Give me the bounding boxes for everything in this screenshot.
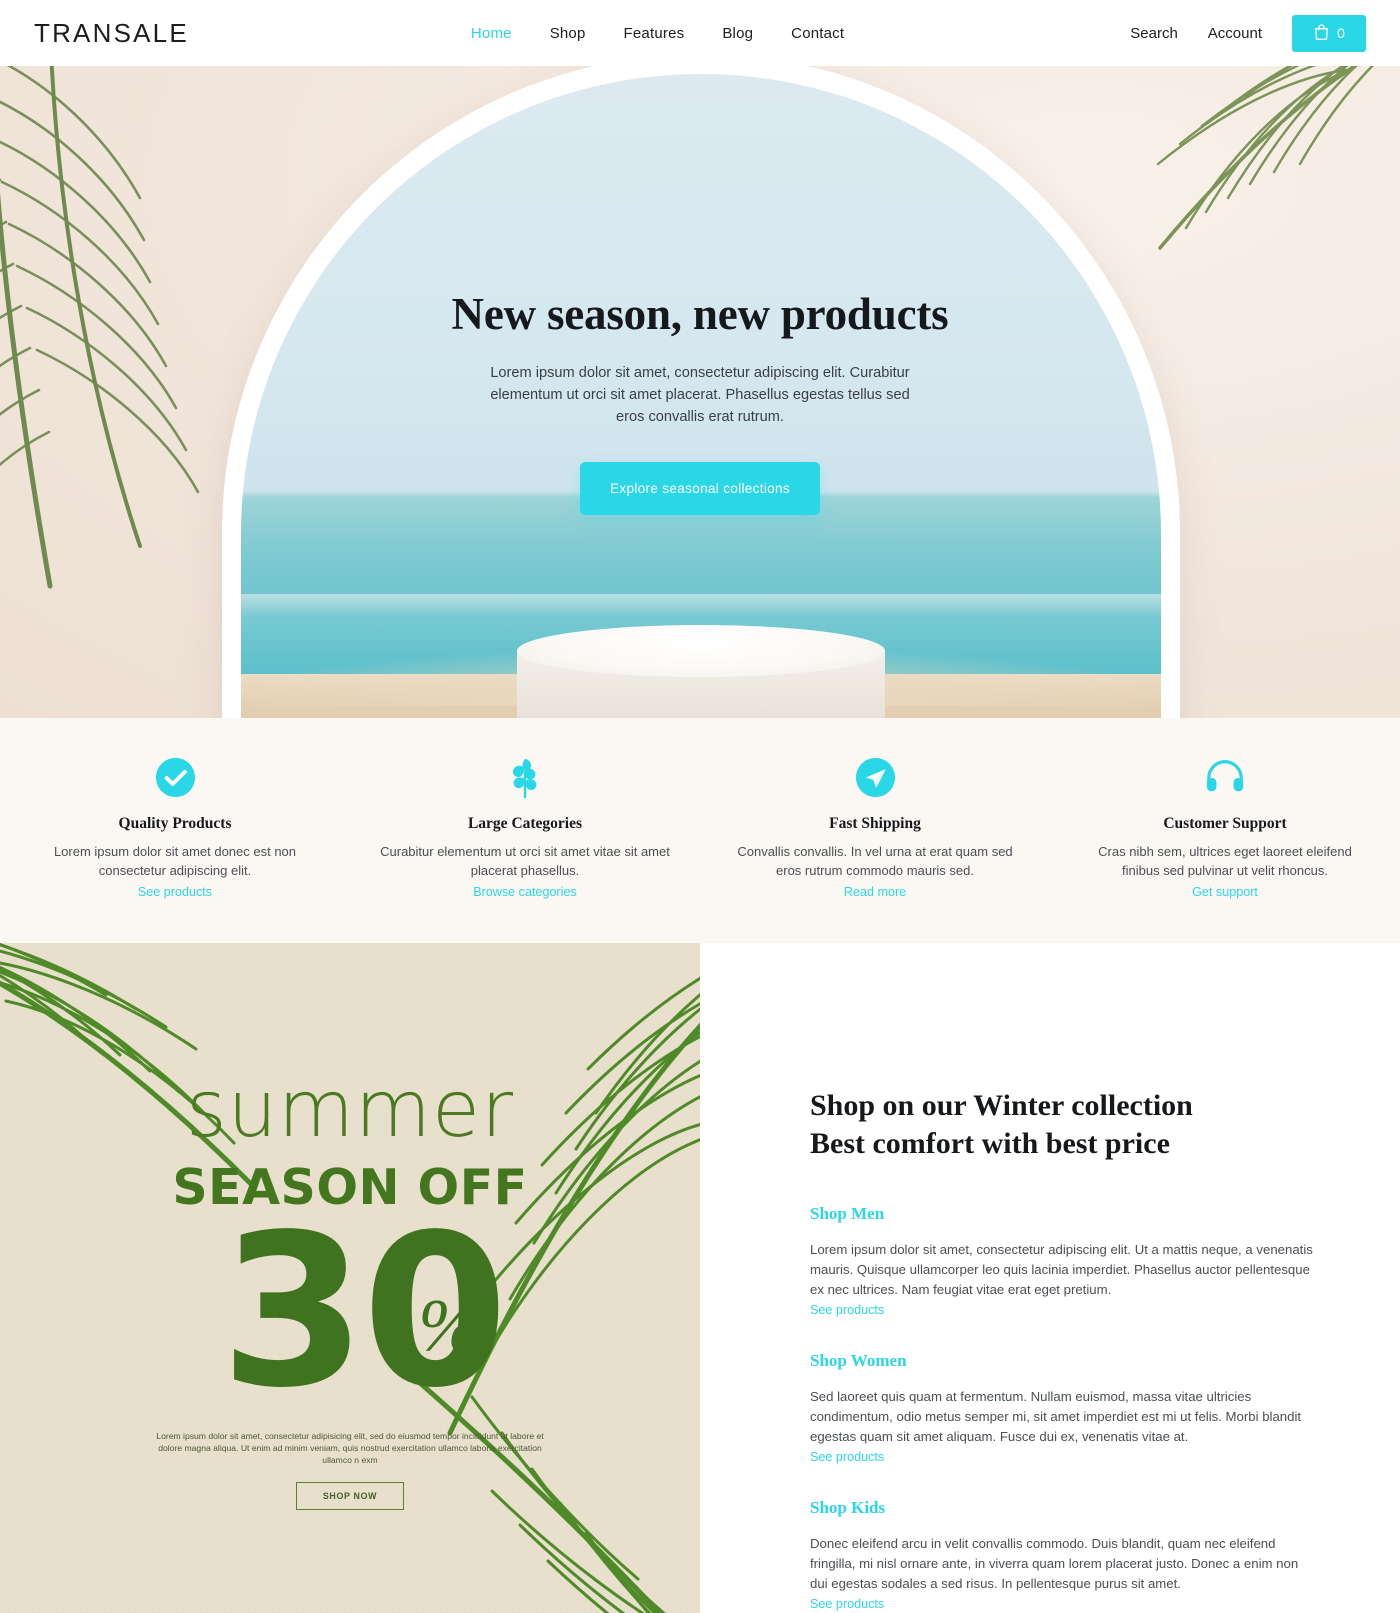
landing-page: TRANSALE Home Shop Features Blog Contact…	[0, 0, 1400, 1613]
shop-block-women: Shop Women Sed laoreet quis quam at ferm…	[810, 1351, 1318, 1466]
shop-block-men: Shop Men Lorem ipsum dolor sit amet, con…	[810, 1204, 1318, 1319]
winter-heading: Shop on our Winter collection Best comfo…	[810, 1087, 1318, 1163]
winter-collection-panel: Shop on our Winter collection Best comfo…	[700, 943, 1400, 1613]
feature-large-categories: Large Categories Curabitur elementum ut …	[350, 754, 700, 901]
shop-block-link[interactable]: See products	[810, 1597, 884, 1611]
check-circle-icon	[30, 754, 320, 800]
feature-quality-products: Quality Products Lorem ipsum dolor sit a…	[0, 754, 350, 901]
features-section: Quality Products Lorem ipsum dolor sit a…	[0, 718, 1400, 943]
feature-text: Curabitur elementum ut orci sit amet vit…	[380, 844, 670, 878]
hero-content: New season, new products Lorem ipsum dol…	[0, 66, 1400, 718]
nav-item-contact[interactable]: Contact	[791, 25, 844, 42]
promo-winter-section: summer SEASON OFF 30 % Lorem ipsum dolor…	[0, 943, 1400, 1613]
search-link[interactable]: Search	[1130, 25, 1178, 42]
shop-block-link[interactable]: See products	[810, 1303, 884, 1317]
feature-title: Customer Support	[1163, 815, 1287, 832]
nav-item-home[interactable]: Home	[471, 25, 512, 42]
site-header: TRANSALE Home Shop Features Blog Contact…	[0, 0, 1400, 66]
winter-heading-line2: Best comfort with best price	[810, 1127, 1170, 1160]
feature-title: Quality Products	[118, 815, 232, 832]
feature-link[interactable]: See products	[138, 885, 212, 899]
feature-title: Fast Shipping	[829, 815, 921, 832]
leaf-icon	[380, 754, 670, 800]
nav-item-features[interactable]: Features	[624, 25, 685, 42]
nav-item-blog[interactable]: Blog	[722, 25, 753, 42]
feature-text: Lorem ipsum dolor sit amet donec est non…	[53, 844, 297, 878]
header-actions: Search Account 0	[1130, 14, 1366, 52]
feature-title: Large Categories	[467, 815, 583, 832]
headphones-icon	[1080, 754, 1370, 800]
feature-customer-support: Customer Support Cras nibh sem, ultrices…	[1050, 754, 1400, 901]
shop-block-title[interactable]: Shop Women	[810, 1351, 1318, 1371]
shop-block-title[interactable]: Shop Men	[810, 1204, 1318, 1224]
account-link[interactable]: Account	[1208, 25, 1262, 42]
main-navigation: Home Shop Features Blog Contact	[471, 25, 844, 42]
promo-discount: 30 %	[220, 1207, 508, 1416]
paper-plane-icon	[730, 754, 1020, 800]
brand-logo[interactable]: TRANSALE	[34, 18, 189, 49]
cart-button[interactable]: 0	[1292, 14, 1366, 52]
nav-item-shop[interactable]: Shop	[550, 25, 586, 42]
shop-block-link[interactable]: See products	[810, 1450, 884, 1464]
cart-count: 0	[1337, 25, 1345, 41]
hero-title: New season, new products	[451, 289, 949, 339]
shop-now-button[interactable]: SHOP NOW	[295, 1481, 405, 1510]
hero-subtitle: Lorem ipsum dolor sit amet, consectetur …	[490, 365, 910, 425]
feature-fast-shipping: Fast Shipping Convallis convallis. In ve…	[700, 754, 1050, 901]
shop-block-text: Sed laoreet quis quam at fermentum. Null…	[810, 1389, 1302, 1444]
feature-link[interactable]: Get support	[1192, 885, 1258, 899]
feature-text: Cras nibh sem, ultrices eget laoreet ele…	[1098, 844, 1352, 878]
winter-heading-line1: Shop on our Winter collection	[810, 1089, 1193, 1122]
shop-block-kids: Shop Kids Donec eleifend arcu in velit c…	[810, 1498, 1318, 1613]
shopping-bag-icon	[1313, 23, 1330, 44]
feature-link[interactable]: Read more	[844, 885, 906, 899]
promo-percent-symbol: %	[418, 1285, 480, 1368]
shop-block-text: Donec eleifend arcu in velit convallis c…	[810, 1536, 1299, 1591]
promo-fine-print: Lorem ipsum dolor sit amet, consectetur …	[156, 1430, 544, 1465]
feature-link[interactable]: Browse categories	[473, 885, 577, 899]
hero-section: New season, new products Lorem ipsum dol…	[0, 66, 1400, 718]
summer-promo-banner[interactable]: summer SEASON OFF 30 % Lorem ipsum dolor…	[0, 943, 700, 1613]
hero-cta-button[interactable]: Explore seasonal collections	[580, 462, 820, 515]
promo-summer-word: summer	[185, 1065, 515, 1155]
feature-text: Convallis convallis. In vel urna at erat…	[737, 844, 1013, 878]
promo-content: summer SEASON OFF 30 % Lorem ipsum dolor…	[0, 943, 700, 1613]
shop-block-text: Lorem ipsum dolor sit amet, consectetur …	[810, 1242, 1313, 1297]
shop-block-title[interactable]: Shop Kids	[810, 1498, 1318, 1518]
